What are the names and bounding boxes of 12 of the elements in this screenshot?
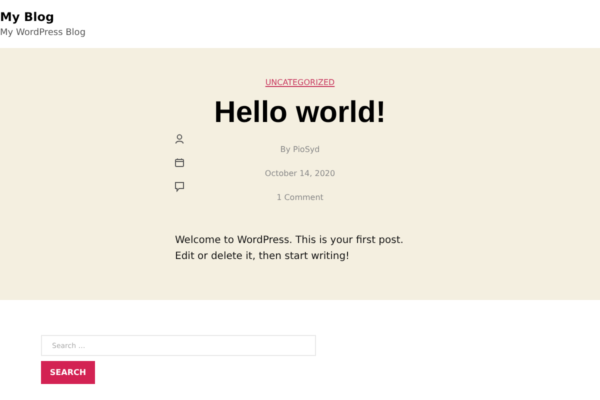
- comment-icon: [175, 182, 184, 192]
- calendar-icon: [175, 158, 184, 167]
- site-title[interactable]: My Blog: [0, 10, 600, 24]
- comments-link[interactable]: 1 Comment: [276, 193, 324, 203]
- author-link[interactable]: By PioSyd: [280, 145, 320, 155]
- person-icon: [175, 134, 184, 144]
- post-excerpt: Welcome to WordPress. This is your first post. Edit or delete it, then start writing!: [175, 234, 404, 264]
- site-tagline: My WordPress Blog: [0, 27, 87, 40]
- post-title: Hello world!: [214, 96, 386, 130]
- search-button[interactable]: SEARCH: [41, 361, 95, 384]
- post-date[interactable]: October 14, 2020: [264, 169, 336, 179]
- category-link[interactable]: UNCATEGORIZED: [265, 78, 335, 88]
